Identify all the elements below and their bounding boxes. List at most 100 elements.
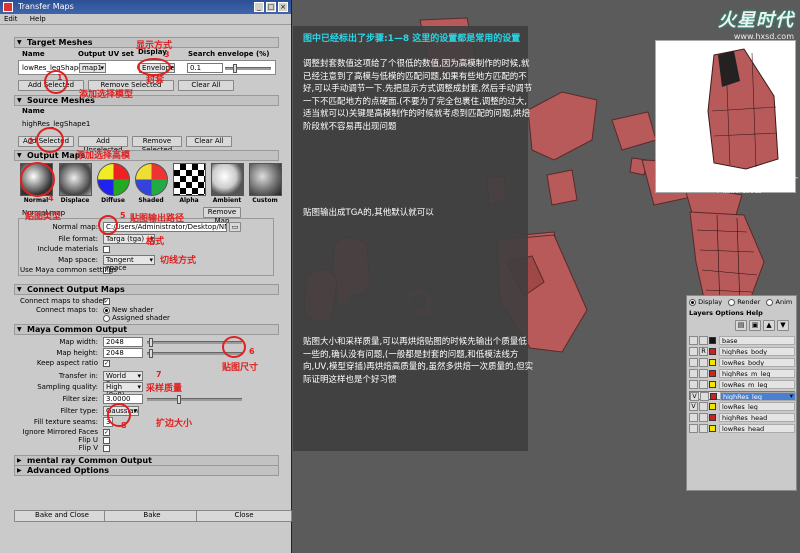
visibility-toggle[interactable]	[689, 380, 698, 389]
clear-all-source-button[interactable]: Clear All	[186, 136, 232, 147]
section-source-meshes[interactable]: Source Meshes	[14, 95, 279, 106]
maximize-icon[interactable]: □	[266, 2, 276, 12]
layer-name[interactable]: highRes_m_leg	[719, 369, 795, 378]
layer-menu-options[interactable]: Options	[715, 309, 743, 317]
display-type-toggle[interactable]	[699, 369, 708, 378]
layer-color-swatch[interactable]	[709, 348, 716, 355]
tab-render[interactable]: Render	[737, 298, 760, 306]
layer-name[interactable]: lowRes_head	[719, 424, 795, 433]
visibility-toggle[interactable]	[689, 413, 698, 422]
layer-name[interactable]: highRes_head_	[719, 413, 795, 422]
layer-color-swatch[interactable]	[710, 393, 717, 400]
shaded-map-thumb[interactable]	[135, 163, 168, 196]
browse-folder-icon[interactable]: ▭	[229, 222, 241, 232]
layer-name[interactable]: highRes_leg	[720, 392, 796, 401]
tab-anim[interactable]: Anim	[776, 298, 793, 306]
anim-tab-radio[interactable]	[766, 298, 774, 306]
transfer-in-select[interactable]: World Space	[103, 371, 143, 388]
menu-help[interactable]: Help	[30, 15, 46, 23]
source-row-name[interactable]: highRes_legShape1	[22, 120, 90, 128]
map-height-input[interactable]: 2048	[103, 348, 143, 358]
new-shader-radio[interactable]	[103, 307, 110, 314]
diffuse-map-thumb[interactable]	[97, 163, 130, 196]
window-titlebar[interactable]: Transfer Maps _ □ ×	[0, 0, 291, 14]
display-type-toggle[interactable]	[699, 358, 708, 367]
visibility-toggle[interactable]	[689, 358, 698, 367]
filter-size-slider[interactable]	[147, 395, 242, 404]
layer-color-swatch[interactable]	[709, 381, 716, 388]
keep-aspect-checkbox[interactable]: ✓	[103, 360, 110, 367]
flip-u-checkbox[interactable]	[103, 437, 110, 444]
tab-display[interactable]: Display	[698, 298, 722, 306]
sampling-quality-select[interactable]: High (8x8)	[103, 382, 143, 399]
flip-v-checkbox[interactable]	[103, 445, 110, 452]
layer-row[interactable]: VlowRes_leg	[689, 402, 795, 411]
layer-row[interactable]: lowRes_head	[689, 424, 795, 433]
display-type-toggle[interactable]	[699, 424, 708, 433]
add-unselected-source-button[interactable]: Add Unselected	[78, 136, 128, 154]
display-type-toggle[interactable]	[699, 380, 708, 389]
envelope-slider[interactable]	[225, 64, 271, 73]
custom-map-thumb[interactable]	[249, 163, 282, 196]
visibility-toggle[interactable]: V	[690, 392, 699, 401]
alpha-map-thumb[interactable]	[173, 163, 206, 196]
close-icon[interactable]: ×	[278, 2, 288, 12]
remove-selected-source-button[interactable]: Remove Selected	[132, 136, 182, 154]
display-type-toggle[interactable]	[699, 413, 708, 422]
assigned-shader-radio[interactable]	[103, 315, 110, 322]
layer-color-swatch[interactable]	[709, 359, 716, 366]
bake-and-close-button[interactable]: Bake and Close	[14, 510, 110, 522]
visibility-toggle[interactable]	[689, 347, 698, 356]
layer-row[interactable]: RhighRes_body_	[689, 347, 795, 356]
layer-row[interactable]: lowRes_body	[689, 358, 795, 367]
layer-menu-layers[interactable]: Layers	[689, 309, 713, 317]
layer-color-swatch[interactable]	[709, 403, 716, 410]
display-type-toggle[interactable]	[699, 336, 708, 345]
visibility-toggle[interactable]: V	[689, 402, 698, 411]
filter-size-input[interactable]: 3.0000	[103, 394, 143, 404]
layer-color-swatch[interactable]	[709, 425, 716, 432]
layer-name[interactable]: lowRes_body	[719, 358, 795, 367]
display-tab-radio[interactable]	[689, 298, 696, 306]
move-up-icon[interactable]: ▲	[763, 320, 775, 331]
ambient-map-thumb[interactable]	[211, 163, 244, 196]
move-down-icon[interactable]: ▼	[777, 320, 789, 331]
display-type-toggle[interactable]	[700, 392, 709, 401]
minimize-icon[interactable]: _	[254, 2, 264, 12]
layer-color-swatch[interactable]	[709, 414, 716, 421]
envelope-input[interactable]: 0.1	[187, 63, 223, 73]
layer-row[interactable]: VhighRes_leg	[689, 391, 796, 401]
layer-color-swatch[interactable]	[709, 370, 716, 377]
visibility-toggle[interactable]	[689, 369, 698, 378]
map-space-select[interactable]: Tangent space	[103, 255, 155, 272]
display-type-toggle[interactable]	[699, 402, 708, 411]
display-type-toggle[interactable]: R	[699, 347, 708, 356]
layer-name[interactable]: base	[719, 336, 795, 345]
layer-row[interactable]: highRes_m_leg	[689, 369, 795, 378]
include-materials-checkbox[interactable]	[103, 246, 110, 253]
layer-name[interactable]: lowRes_m_leg	[719, 380, 795, 389]
section-advanced-options[interactable]: Advanced Options	[14, 465, 279, 476]
section-maya-common-output[interactable]: Maya Common Output	[14, 324, 279, 335]
layer-menu-help[interactable]: Help	[746, 309, 763, 317]
new-layer-icon[interactable]: ▤	[735, 320, 747, 331]
layer-color-swatch[interactable]	[709, 337, 716, 344]
layer-name[interactable]: highRes_body_	[719, 347, 795, 356]
visibility-toggle[interactable]	[689, 424, 698, 433]
bake-button[interactable]: Bake	[104, 510, 200, 522]
remove-map-button[interactable]: Remove Map	[203, 207, 241, 225]
render-tab-radio[interactable]	[728, 298, 736, 306]
new-layer-selected-icon[interactable]: ▣	[749, 320, 761, 331]
layer-name[interactable]: lowRes_leg	[719, 402, 795, 411]
map-width-input[interactable]: 2048	[103, 337, 143, 347]
ignore-mirrored-checkbox[interactable]: ✓	[103, 429, 110, 436]
displace-map-thumb[interactable]	[59, 163, 92, 196]
menu-edit[interactable]: Edit	[4, 15, 18, 23]
section-connect-output-maps[interactable]: Connect Output Maps	[14, 284, 279, 295]
clear-all-target-button[interactable]: Clear All	[178, 80, 234, 91]
close-button[interactable]: Close	[196, 510, 292, 522]
uv-set-select[interactable]: map1	[79, 63, 106, 73]
visibility-toggle[interactable]	[689, 336, 698, 345]
layer-row[interactable]: highRes_head_	[689, 413, 795, 422]
layer-row[interactable]: lowRes_m_leg	[689, 380, 795, 389]
